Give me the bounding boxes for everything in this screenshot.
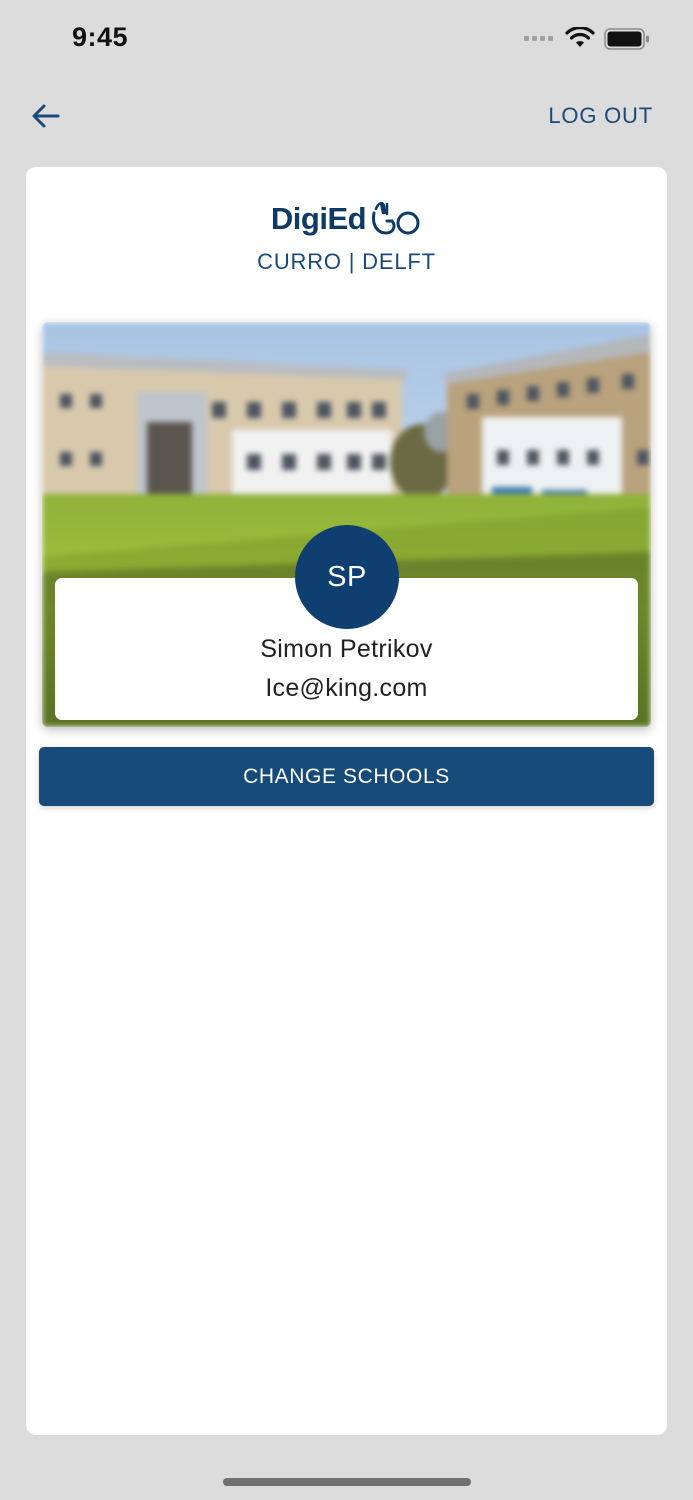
profile-card: DigiEd CURRO | DELFT SP Simon Petrikov I…	[26, 167, 667, 1435]
digied-logo: DigiEd	[26, 199, 667, 239]
school-profile-banner: SP Simon Petrikov Ice@king.com	[42, 322, 651, 727]
back-arrow-icon	[32, 104, 60, 128]
status-time: 9:45	[72, 22, 129, 52]
cellular-signal-icon	[524, 36, 553, 41]
top-nav: LOG OUT	[0, 88, 693, 144]
go-hand-logo-icon	[372, 201, 420, 235]
logout-button[interactable]: LOG OUT	[548, 103, 653, 129]
status-bar: 9:45	[0, 0, 693, 80]
home-indicator[interactable]	[223, 1478, 471, 1486]
battery-icon	[604, 28, 649, 50]
school-name: CURRO | DELFT	[257, 249, 436, 274]
logo-wordmark: DigiEd	[270, 201, 367, 236]
avatar: SP	[295, 525, 399, 629]
change-schools-button[interactable]: CHANGE SCHOOLS	[39, 747, 654, 806]
back-button[interactable]	[28, 100, 64, 132]
user-name: Simon Petrikov	[260, 635, 433, 663]
wifi-icon	[565, 27, 595, 47]
user-email: Ice@king.com	[265, 674, 428, 702]
